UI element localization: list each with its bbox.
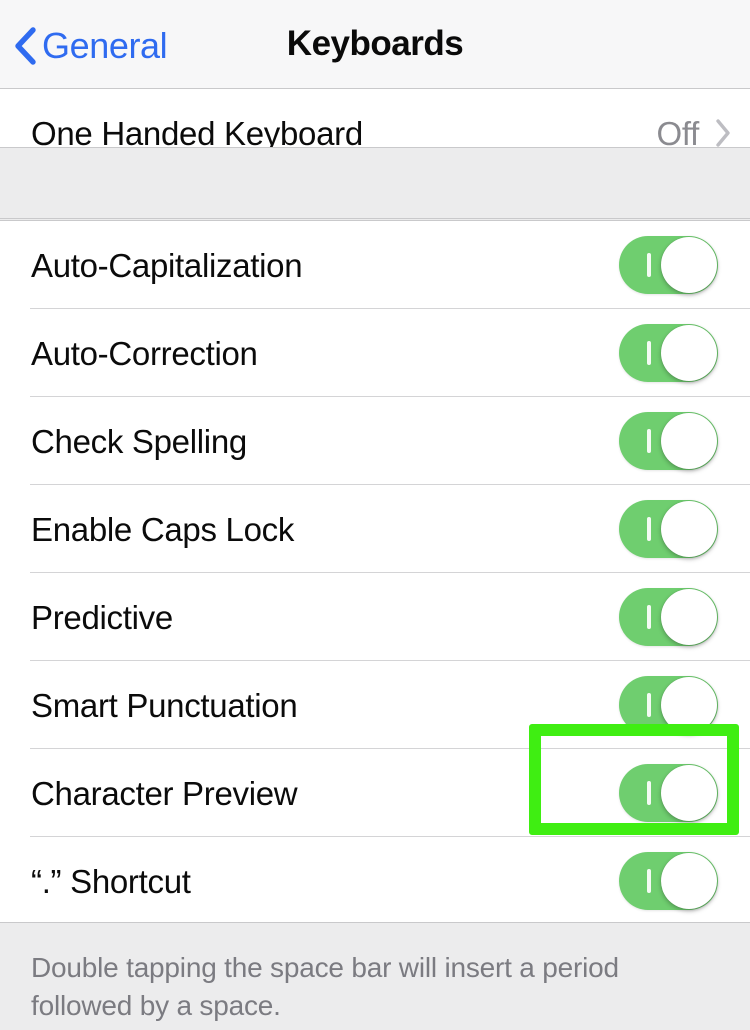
row-accessory [619, 588, 750, 646]
toggle-switch[interactable] [619, 852, 718, 910]
footer-text: Double tapping the space bar will insert… [31, 952, 619, 1021]
row-label: Check Spelling [31, 422, 247, 460]
row-accessory [619, 236, 750, 294]
toggle-on-indicator-icon [647, 869, 651, 893]
row-accessory [619, 412, 750, 470]
row-accessory: Off [656, 117, 750, 150]
toggle-switch[interactable] [619, 588, 718, 646]
toggle-switch[interactable] [619, 676, 718, 734]
row-character-preview[interactable]: Character Preview [0, 749, 750, 837]
row-smart-punctuation[interactable]: Smart Punctuation [0, 661, 750, 749]
toggle-on-indicator-icon [647, 341, 651, 365]
settings-keyboards-screen: General Keyboards One Handed Keyboard Of… [0, 0, 750, 1030]
navigation-bar: General Keyboards [0, 0, 750, 89]
row-predictive[interactable]: Predictive [0, 573, 750, 661]
toggle-on-indicator-icon [647, 693, 651, 717]
toggle-knob [661, 237, 717, 293]
row-label: Character Preview [31, 774, 298, 812]
toggle-knob [661, 677, 717, 733]
toggle-knob [661, 853, 717, 909]
page-title: Keyboards [286, 24, 464, 63]
toggle-switch[interactable] [619, 764, 718, 822]
toggle-on-indicator-icon [647, 253, 651, 277]
toggle-knob [661, 413, 717, 469]
chevron-right-icon [715, 118, 732, 148]
row-label: Auto-Capitalization [31, 246, 303, 284]
row-check-spelling[interactable]: Check Spelling [0, 397, 750, 485]
row-auto-capitalization[interactable]: Auto-Capitalization [0, 221, 750, 309]
toggle-on-indicator-icon [647, 429, 651, 453]
row-label: Enable Caps Lock [31, 510, 295, 548]
row-label: Auto-Correction [31, 334, 258, 372]
toggle-on-indicator-icon [647, 781, 651, 805]
toggle-switch[interactable] [619, 412, 718, 470]
toggle-on-indicator-icon [647, 605, 651, 629]
row-label: Predictive [31, 598, 173, 636]
toggle-knob [661, 501, 717, 557]
row-shortcut[interactable]: “.” Shortcut [0, 837, 750, 925]
toggle-switch[interactable] [619, 236, 718, 294]
footer-note: Double tapping the space bar will insert… [0, 922, 750, 1030]
settings-group-typing: Auto-Capitalization Auto-Correction Check … [0, 220, 750, 925]
toggle-on-indicator-icon [647, 517, 651, 541]
toggle-switch[interactable] [619, 500, 718, 558]
row-value: Off [656, 114, 699, 152]
toggle-knob [661, 589, 717, 645]
row-label: One Handed Keyboard [31, 114, 363, 152]
row-label: Smart Punctuation [31, 686, 298, 724]
row-enable-caps-lock[interactable]: Enable Caps Lock [0, 485, 750, 573]
row-accessory [619, 324, 750, 382]
row-accessory [619, 500, 750, 558]
toggle-knob [661, 765, 717, 821]
toggle-switch[interactable] [619, 324, 718, 382]
row-accessory [619, 764, 750, 822]
row-label: “.” Shortcut [31, 862, 191, 900]
section-spacer [0, 147, 750, 219]
row-auto-correction[interactable]: Auto-Correction [0, 309, 750, 397]
row-accessory [619, 676, 750, 734]
toggle-knob [661, 325, 717, 381]
row-accessory [619, 852, 750, 910]
